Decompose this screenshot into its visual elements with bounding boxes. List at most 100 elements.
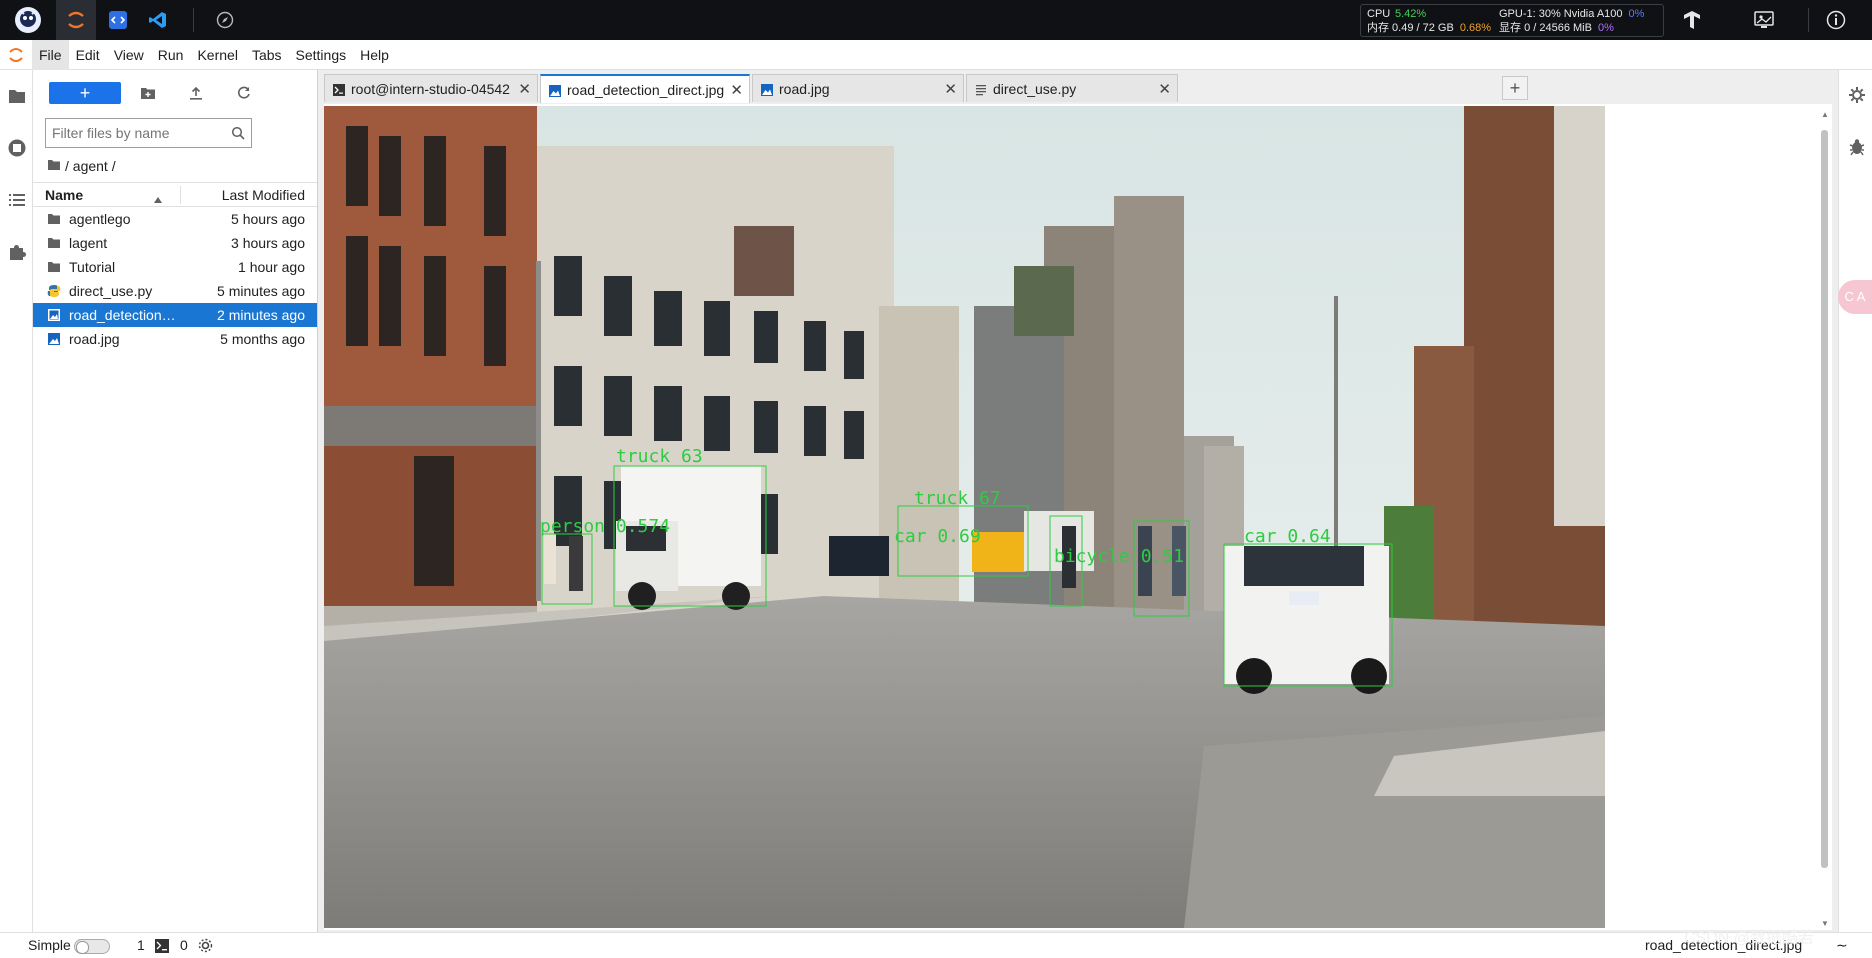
tab-terminal[interactable]: root@intern-studio-04542 ✕	[324, 74, 538, 102]
jupyter-logo-icon	[0, 40, 32, 70]
python-file-icon	[47, 284, 61, 298]
new-launcher-button[interactable]: +	[49, 82, 121, 104]
detection-label: truck 63	[616, 446, 703, 467]
folder-icon	[47, 212, 61, 226]
menu-file[interactable]: File	[32, 39, 69, 70]
file-row-lagent[interactable]: lagent 3 hours ago	[33, 231, 317, 255]
file-row-road-jpg[interactable]: road.jpg 5 months ago	[33, 327, 317, 351]
memory-value: 0.68%	[1459, 22, 1492, 34]
file-modified: 1 hour ago	[238, 259, 305, 275]
search-icon	[231, 126, 245, 143]
zoom-icon[interactable]: ∼	[1836, 937, 1848, 954]
gpu-value: 0%	[1628, 8, 1645, 20]
menu-settings[interactable]: Settings	[289, 40, 354, 70]
image-viewer[interactable]: truck 63 person 0.574 car 0.69 truck 67 …	[324, 104, 1832, 930]
file-filter-input[interactable]	[52, 125, 222, 141]
add-tab-button[interactable]: +	[1502, 76, 1528, 100]
extensions-puzzle-icon[interactable]	[5, 240, 29, 264]
column-modified-header[interactable]: Last Modified	[222, 187, 305, 203]
close-icon[interactable]: ✕	[730, 81, 743, 99]
image-icon	[761, 83, 773, 96]
detection-label: person 0.574	[540, 516, 670, 537]
file-name: agentlego	[69, 211, 131, 227]
new-folder-icon[interactable]	[137, 82, 159, 104]
detection-label: car 0.64	[1244, 526, 1331, 547]
tab-label: road.jpg	[779, 81, 830, 97]
code-editor-icon[interactable]	[100, 0, 136, 40]
property-inspector-icon[interactable]	[1848, 86, 1866, 107]
image-file-icon	[47, 308, 61, 322]
jupyter-avatar-icon[interactable]	[8, 0, 48, 40]
kernel-settings-icon[interactable]	[198, 938, 213, 956]
file-modified: 3 hours ago	[231, 235, 305, 251]
file-modified: 5 hours ago	[231, 211, 305, 227]
menu-kernel[interactable]: Kernel	[190, 40, 244, 70]
file-row-road-detection-direct-jpg[interactable]: road_detection_direct.jpg 2 minutes ago	[33, 303, 317, 327]
scroll-down-icon[interactable]: ▼	[1821, 919, 1829, 928]
folder-icon[interactable]	[5, 84, 29, 108]
menu-help[interactable]: Help	[353, 40, 396, 70]
file-modified: 5 minutes ago	[217, 283, 305, 299]
close-icon[interactable]: ✕	[944, 80, 957, 98]
compass-icon[interactable]	[210, 0, 240, 40]
terminal-count[interactable]: 0	[180, 937, 188, 953]
terminal-icon	[333, 83, 345, 96]
tab-road-detection-direct[interactable]: road_detection_direct.jpg ✕	[540, 74, 750, 103]
file-name: lagent	[69, 235, 108, 251]
road-detection-image: truck 63 person 0.574 car 0.69 truck 67 …	[324, 106, 1605, 928]
file-browser-panel: + / agent / Name Last Modified agentlego…	[33, 70, 318, 932]
file-filter-field[interactable]	[45, 118, 252, 148]
image-icon	[549, 84, 561, 97]
breadcrumb-path[interactable]: / agent /	[65, 158, 116, 174]
kernel-count[interactable]: 1	[137, 937, 145, 953]
breadcrumb-folder-icon[interactable]	[47, 158, 61, 174]
sort-ascending-icon[interactable]	[153, 191, 163, 207]
file-name: road.jpg	[69, 331, 120, 347]
upload-icon[interactable]	[185, 82, 207, 104]
file-modified: 2 minutes ago	[217, 307, 305, 323]
file-name: road_detection_direct.jpg	[69, 307, 183, 323]
jupyterlab-app-icon[interactable]	[56, 0, 96, 40]
detection-label: bicycle 0.51	[1054, 546, 1184, 567]
cpu-value: 5.42%	[1395, 8, 1427, 20]
gpu-label: GPU-1: 30% Nvidia A100	[1499, 8, 1623, 20]
info-icon[interactable]	[1820, 0, 1852, 40]
menu-tabs[interactable]: Tabs	[245, 40, 289, 70]
simple-mode-toggle[interactable]	[74, 939, 110, 954]
image-monitor-icon[interactable]	[1748, 0, 1780, 40]
status-bar: Simple 1 0 road_detection_direct.jpg ∼	[0, 932, 1872, 958]
vscode-icon[interactable]	[140, 0, 176, 40]
tab-direct-use-py[interactable]: direct_use.py ✕	[966, 74, 1178, 102]
file-row-tutorial[interactable]: Tutorial 1 hour ago	[33, 255, 317, 279]
menu-run[interactable]: Run	[151, 40, 191, 70]
file-row-direct-use-py[interactable]: direct_use.py 5 minutes ago	[33, 279, 317, 303]
debugger-bug-icon[interactable]	[1848, 138, 1866, 159]
menu-view[interactable]: View	[107, 40, 151, 70]
column-name-header[interactable]: Name	[45, 187, 83, 203]
viewer-scrollbar[interactable]: ▲ ▼	[1818, 110, 1832, 928]
top-toolbar: CPU 5.42% GPU-1: 30% Nvidia A100 0% 内存 0…	[0, 0, 1872, 40]
menu-edit[interactable]: Edit	[69, 40, 107, 70]
running-kernels-icon[interactable]	[5, 136, 29, 160]
right-sidebar	[1838, 70, 1872, 932]
scroll-up-icon[interactable]: ▲	[1821, 110, 1829, 119]
tab-road-jpg[interactable]: road.jpg ✕	[752, 74, 964, 102]
scrollbar-thumb[interactable]	[1821, 130, 1828, 868]
system-stats-panel: CPU 5.42% GPU-1: 30% Nvidia A100 0% 内存 0…	[1360, 4, 1664, 37]
tab-label: root@intern-studio-04542	[351, 81, 510, 97]
watermark: CSDN @数据酷若	[1684, 930, 1815, 947]
translate-badge[interactable]: C A	[1838, 280, 1872, 314]
refresh-icon[interactable]	[233, 82, 255, 104]
close-icon[interactable]: ✕	[518, 80, 531, 98]
tensorflow-icon[interactable]	[1676, 0, 1708, 40]
folder-icon	[47, 236, 61, 250]
detection-label: truck 67	[914, 488, 1001, 509]
close-icon[interactable]: ✕	[1158, 80, 1171, 98]
vram-label: 显存 0 / 24566 MiB	[1499, 22, 1592, 34]
file-name: direct_use.py	[69, 283, 153, 299]
tab-label: direct_use.py	[993, 81, 1077, 97]
vram-value: 0%	[1597, 22, 1614, 34]
table-of-contents-icon[interactable]	[5, 188, 29, 212]
file-row-agentlego[interactable]: agentlego 5 hours ago	[33, 207, 317, 231]
main-dock-panel: root@intern-studio-04542 ✕ road_detectio…	[318, 70, 1838, 932]
